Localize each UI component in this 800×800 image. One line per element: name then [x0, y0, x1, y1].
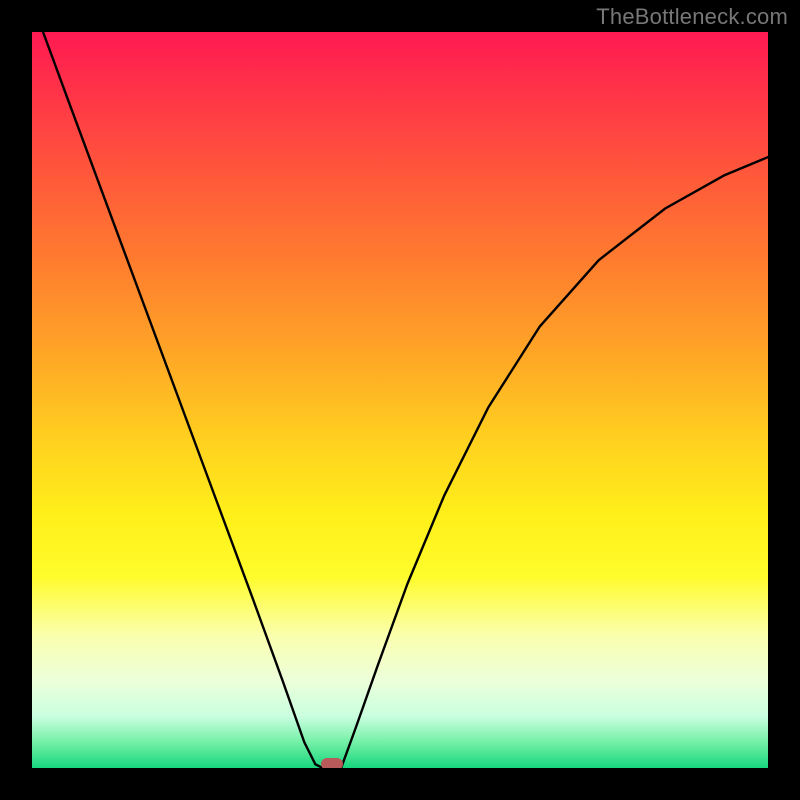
- bottleneck-curve: [32, 32, 768, 768]
- plot-area: [32, 32, 768, 768]
- chart-frame: TheBottleneck.com: [0, 0, 800, 800]
- optimum-marker: [321, 758, 343, 768]
- watermark-text: TheBottleneck.com: [596, 4, 788, 30]
